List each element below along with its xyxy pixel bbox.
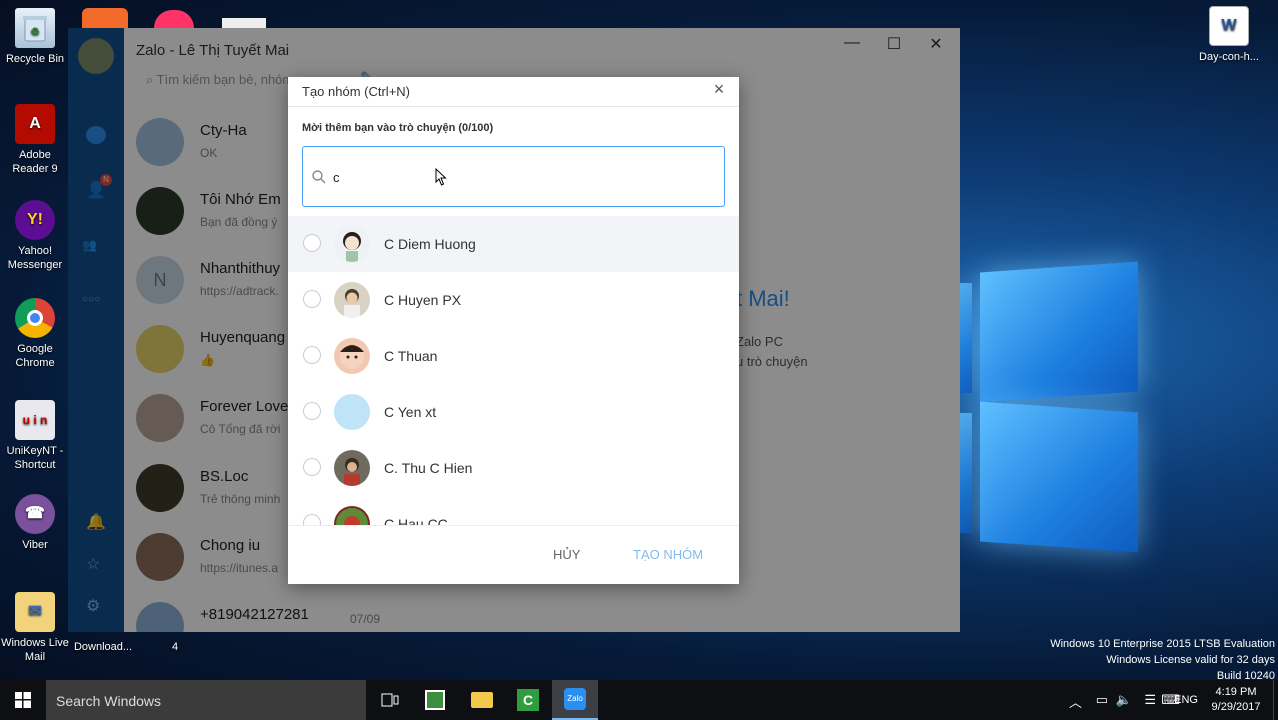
- contact-list: C Diem Huong C Huyen PX C Thuan C Yen xt: [288, 216, 739, 525]
- windows-logo: [960, 255, 1140, 565]
- camtasia-icon: C: [517, 689, 539, 711]
- desktop-icon-chrome[interactable]: Google Chrome: [0, 298, 70, 370]
- avatar: [334, 506, 370, 525]
- input-language[interactable]: ENG: [1174, 694, 1198, 706]
- desktop-icon-download[interactable]: Download...: [68, 640, 138, 654]
- start-button[interactable]: [0, 680, 46, 720]
- viber-icon: ☎: [15, 494, 55, 534]
- action-center-icon[interactable]: ☰: [1144, 692, 1156, 708]
- word-doc-icon: W: [1209, 6, 1249, 46]
- cancel-button[interactable]: HỦY: [553, 547, 580, 562]
- windows-start-icon: [15, 692, 31, 708]
- select-radio[interactable]: [303, 290, 321, 308]
- yahoo-messenger-icon: Y!: [15, 200, 55, 240]
- contact-row[interactable]: C Thuan: [288, 328, 739, 384]
- contact-row[interactable]: C Hau CC: [288, 496, 739, 525]
- mouse-cursor-icon: [435, 168, 447, 186]
- contact-name: C Diem Huong: [384, 236, 476, 252]
- desktop-icon-adobe-reader[interactable]: A Adobe Reader 9: [0, 104, 70, 176]
- windows-evaluation-watermark: Windows 10 Enterprise 2015 LTSB Evaluati…: [1050, 638, 1275, 682]
- avatar: [334, 394, 370, 430]
- desktop-icon-viber[interactable]: ☎ Viber: [0, 494, 70, 552]
- maps-icon: [425, 690, 445, 710]
- create-group-dialog: Tạo nhóm (Ctrl+N) × Mời thêm bạn vào trò…: [288, 77, 739, 584]
- taskbar-app-zalo[interactable]: Zalo: [552, 680, 598, 720]
- unikey-icon: u i n: [15, 400, 55, 440]
- recycle-bin-icon: ♻: [15, 8, 55, 48]
- search-icon: [312, 170, 326, 184]
- partial-itunes-icon[interactable]: [154, 10, 194, 28]
- create-group-button[interactable]: TẠO NHÓM: [633, 547, 703, 562]
- battery-icon[interactable]: ▭: [1096, 692, 1108, 708]
- folder-icon: [471, 692, 493, 708]
- taskbar: Search Windows C Zalo ︿ ▭ 🔈 ☰ ⌨ ENG 4:19…: [0, 680, 1278, 720]
- task-view-button[interactable]: [367, 680, 413, 720]
- dialog-title: Tạo nhóm (Ctrl+N): [302, 84, 410, 99]
- mail-icon: ✉: [15, 592, 55, 632]
- select-radio[interactable]: [303, 346, 321, 364]
- show-hidden-icons-chevron[interactable]: ︿: [1069, 692, 1082, 711]
- contact-row[interactable]: C. Thu C Hien: [288, 440, 739, 496]
- show-desktop-button[interactable]: [1273, 680, 1278, 720]
- avatar: [334, 282, 370, 318]
- partial-file-icon[interactable]: [222, 18, 266, 28]
- partial-app-icon[interactable]: [82, 8, 128, 28]
- avatar: [334, 338, 370, 374]
- avatar: [334, 450, 370, 486]
- close-icon[interactable]: ×: [709, 79, 729, 100]
- zalo-icon: Zalo: [564, 688, 586, 710]
- taskbar-app-maps[interactable]: [412, 680, 458, 720]
- contact-name: C Hau CC: [384, 516, 448, 525]
- desktop-icon-word-doc[interactable]: W Day-con-h...: [1194, 6, 1264, 64]
- contact-row[interactable]: C Diem Huong: [288, 216, 739, 272]
- select-radio[interactable]: [303, 402, 321, 420]
- desktop-icon-yahoo[interactable]: Y! Yahoo! Messenger: [0, 200, 70, 272]
- divider: [288, 525, 739, 526]
- contact-name: C. Thu C Hien: [384, 460, 473, 476]
- dialog-subtitle: Mời thêm bạn vào trò chuyện (0/100): [302, 122, 494, 134]
- friend-search-field[interactable]: [302, 146, 725, 207]
- desktop-icon-recycle-bin[interactable]: ♻ Recycle Bin: [0, 8, 70, 66]
- desktop-icon-mail[interactable]: ✉ Windows Live Mail: [0, 592, 70, 664]
- svg-text:♻: ♻: [31, 27, 40, 38]
- select-radio[interactable]: [303, 514, 321, 525]
- desktop-icon-4[interactable]: 4: [140, 640, 210, 654]
- task-view-icon: [381, 693, 399, 707]
- contact-row[interactable]: C Yen xt: [288, 384, 739, 440]
- chrome-icon: [15, 298, 55, 338]
- contact-name: C Thuan: [384, 348, 438, 364]
- desktop-icon-unikey[interactable]: u i n UniKeyNT - Shortcut: [0, 400, 70, 472]
- taskbar-search-box[interactable]: Search Windows: [46, 680, 366, 720]
- volume-icon[interactable]: 🔈: [1116, 692, 1132, 708]
- taskbar-app-camtasia[interactable]: C: [505, 680, 551, 720]
- select-radio[interactable]: [303, 234, 321, 252]
- taskbar-clock[interactable]: 4:19 PM 9/29/2017: [1206, 685, 1266, 715]
- contact-name: C Huyen PX: [384, 292, 462, 308]
- friend-search-input[interactable]: [333, 167, 693, 187]
- divider: [288, 106, 739, 107]
- select-radio[interactable]: [303, 458, 321, 476]
- avatar: [334, 226, 370, 262]
- contact-row[interactable]: C Huyen PX: [288, 272, 739, 328]
- contact-name: C Yen xt: [384, 404, 437, 420]
- taskbar-app-explorer[interactable]: [459, 680, 505, 720]
- adobe-reader-icon: A: [15, 104, 55, 144]
